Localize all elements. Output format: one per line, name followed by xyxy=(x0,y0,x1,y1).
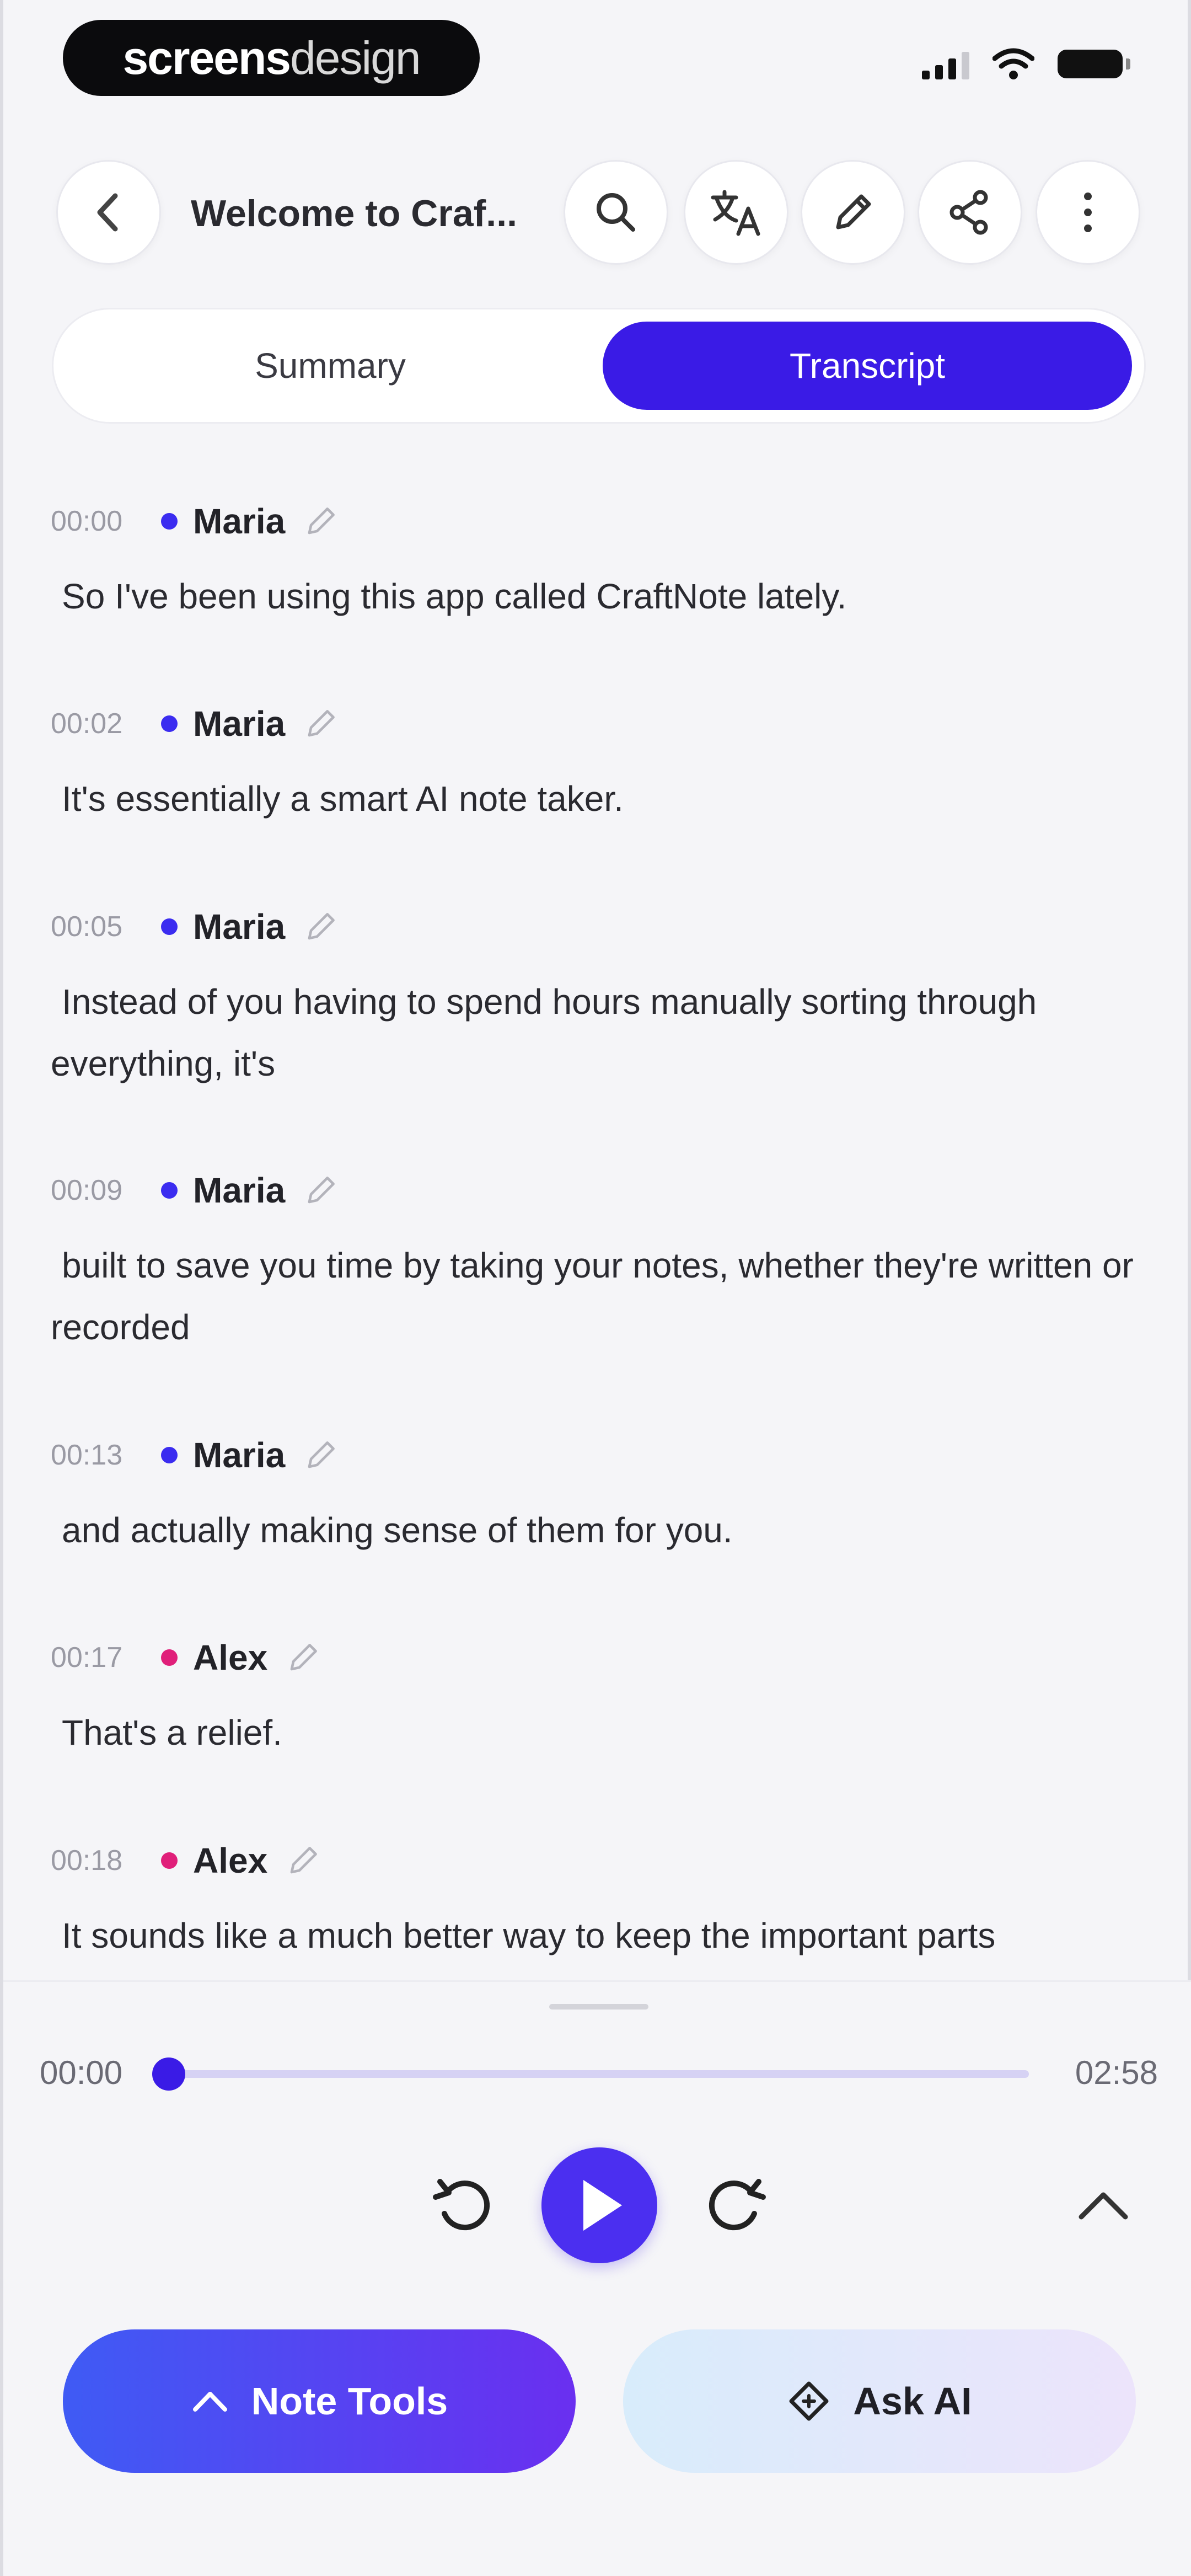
edit-speaker-icon[interactable] xyxy=(284,1841,323,1880)
speaker-name: Maria xyxy=(193,704,286,744)
header-bar: Welcome to Craf... xyxy=(3,160,1191,270)
more-button[interactable] xyxy=(1036,160,1140,265)
timestamp[interactable]: 00:17 xyxy=(51,1641,161,1674)
speaker-name: Alex xyxy=(193,1638,268,1677)
chevron-left-icon xyxy=(97,193,118,232)
tab-summary[interactable]: Summary xyxy=(66,322,595,410)
speaker-dot xyxy=(161,715,178,732)
search-button[interactable] xyxy=(564,160,668,265)
back-button[interactable] xyxy=(56,160,161,265)
transcript-list: 00:00 Maria So I've been using this app … xyxy=(3,485,1191,1964)
edit-speaker-icon[interactable] xyxy=(284,1638,323,1677)
speaker-dot xyxy=(161,918,178,935)
timestamp[interactable]: 00:05 xyxy=(51,910,161,943)
play-button[interactable] xyxy=(541,2147,657,2263)
timestamp[interactable]: 00:00 xyxy=(51,505,161,538)
transcript-text: built to save you time by taking your no… xyxy=(51,1246,1134,1347)
speaker-name: Maria xyxy=(193,1171,286,1210)
expand-button[interactable] xyxy=(1062,2169,1145,2241)
note-tools-label: Note Tools xyxy=(251,2380,448,2423)
speaker-dot xyxy=(161,1447,178,1463)
rewind-button[interactable] xyxy=(422,2164,505,2247)
speaker-name: Alex xyxy=(193,1841,268,1880)
battery-icon xyxy=(1058,50,1130,78)
speaker-dot xyxy=(161,513,178,530)
sheet-handle[interactable] xyxy=(549,2004,648,2010)
share-button[interactable] xyxy=(918,160,1022,265)
ask-ai-label: Ask AI xyxy=(853,2380,972,2423)
total-time: 02:58 xyxy=(1075,2054,1158,2091)
timestamp[interactable]: 00:02 xyxy=(51,707,161,740)
signal-icon xyxy=(922,49,969,79)
translate-icon xyxy=(711,190,760,236)
timestamp[interactable]: 00:18 xyxy=(51,1844,161,1877)
edit-speaker-icon[interactable] xyxy=(302,1171,340,1210)
speaker-dot xyxy=(161,1182,178,1199)
timestamp[interactable]: 00:09 xyxy=(51,1174,161,1207)
wifi-icon xyxy=(993,48,1034,79)
edit-speaker-icon[interactable] xyxy=(302,907,340,946)
player-sheet: 00:00 02:58 Note Tools Ask AI xyxy=(3,1980,1191,2576)
speaker-name: Maria xyxy=(193,907,286,947)
status-bar: screens design xyxy=(3,0,1191,116)
transcript-text: It sounds like a much better way to keep… xyxy=(62,1916,996,1955)
transcript-text: It's essentially a smart AI note taker. xyxy=(62,779,624,819)
play-icon xyxy=(583,2180,622,2231)
rewind-icon xyxy=(433,2179,490,2231)
speaker-name: Maria xyxy=(193,501,286,541)
edit-speaker-icon[interactable] xyxy=(302,1436,340,1474)
current-time: 00:00 xyxy=(40,2054,123,2091)
speaker-name: Maria xyxy=(193,1435,286,1475)
forward-icon xyxy=(709,2179,766,2231)
brand-text-a: screens xyxy=(122,31,291,84)
progress-track[interactable] xyxy=(152,2057,1029,2091)
chevron-up-icon xyxy=(192,2392,227,2412)
brand-badge: screens design xyxy=(63,20,480,96)
status-icons xyxy=(922,47,1130,81)
edit-button[interactable] xyxy=(801,160,905,265)
edit-speaker-icon[interactable] xyxy=(302,704,340,743)
forward-button[interactable] xyxy=(694,2164,776,2247)
view-switcher: Summary Transcript xyxy=(52,308,1146,424)
brand-text-b: design xyxy=(290,31,421,84)
pencil-icon xyxy=(836,194,871,229)
translate-button[interactable] xyxy=(684,160,788,265)
tab-transcript[interactable]: Transcript xyxy=(603,322,1132,410)
transcript-text: So I've been using this app called Craft… xyxy=(62,576,847,616)
speaker-dot xyxy=(161,1649,178,1666)
ask-ai-button[interactable]: Ask AI xyxy=(623,2329,1136,2473)
chevron-up-icon xyxy=(1079,2192,1128,2220)
app-screen: screens design Welcome to Craf... Summar… xyxy=(0,0,1191,2576)
transcript-text: and actually making sense of them for yo… xyxy=(62,1510,733,1550)
note-title: Welcome to Craf... xyxy=(191,193,517,234)
transcript-text: Instead of you having to spend hours man… xyxy=(51,982,1037,1083)
transcript-text: That's a relief. xyxy=(62,1713,282,1752)
share-icon xyxy=(949,190,988,235)
timestamp[interactable]: 00:13 xyxy=(51,1439,161,1472)
progress-thumb[interactable] xyxy=(152,2057,185,2091)
search-icon xyxy=(597,193,635,232)
edit-speaker-icon[interactable] xyxy=(302,502,340,541)
more-vertical-icon xyxy=(1084,193,1092,232)
speaker-dot xyxy=(161,1852,178,1869)
sparkle-tag-icon xyxy=(789,2381,829,2421)
note-tools-button[interactable]: Note Tools xyxy=(63,2329,576,2473)
